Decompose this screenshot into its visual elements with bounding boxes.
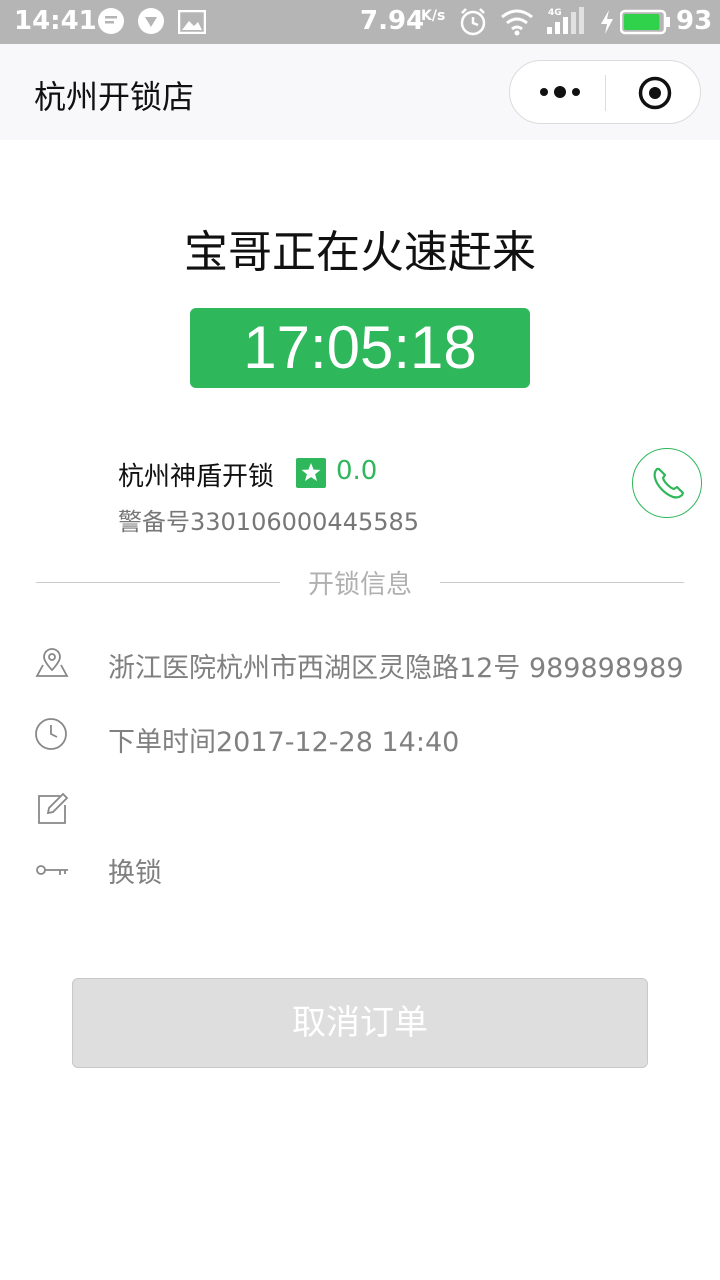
key-icon (34, 852, 70, 888)
message-icon (98, 8, 124, 34)
charging-icon (600, 10, 614, 38)
network-type-label: 4G (548, 8, 562, 18)
mini-program-capsule (509, 60, 701, 124)
shop-license: 警备号330106000445585 (118, 508, 420, 536)
image-icon (177, 9, 207, 38)
status-time: 14:41 (14, 6, 97, 36)
shop-name: 杭州神盾开锁 (118, 462, 275, 492)
alarm-clock-icon (458, 7, 488, 41)
phone-icon (653, 467, 685, 499)
status-headline: 宝哥正在火速赶来 (184, 227, 536, 278)
wifi-icon (500, 8, 534, 40)
service-type: 换锁 (108, 858, 162, 889)
capsule-divider (605, 75, 606, 111)
shop-rating: 0.0 (336, 456, 378, 486)
target-circle-icon[interactable] (638, 76, 672, 110)
order-address: 浙江医院杭州市西湖区灵隐路12号 989898989 (108, 653, 684, 684)
battery-percent: 93 (676, 6, 713, 36)
net-speed-unit: K/s (421, 8, 446, 24)
net-speed: 7.94 (360, 6, 425, 36)
status-bar: 14:41 7.94 K/s 4G 93 (0, 0, 720, 44)
edit-note-icon (34, 791, 70, 827)
app-notification-icon (138, 8, 164, 34)
clock-icon (34, 717, 70, 753)
call-button[interactable] (632, 448, 702, 518)
countdown-timer: 17:05:18 (190, 308, 530, 388)
location-map-icon (34, 645, 70, 681)
section-divider-right (440, 582, 684, 583)
order-time: 下单时间2017-12-28 14:40 (108, 727, 460, 758)
cancel-order-button[interactable]: 取消订单 (72, 978, 648, 1068)
battery-icon (619, 9, 672, 39)
title-bar: 杭州开锁店 (0, 44, 720, 140)
page-title: 杭州开锁店 (34, 78, 195, 116)
star-icon (296, 458, 326, 488)
more-dots-icon[interactable] (538, 79, 582, 105)
